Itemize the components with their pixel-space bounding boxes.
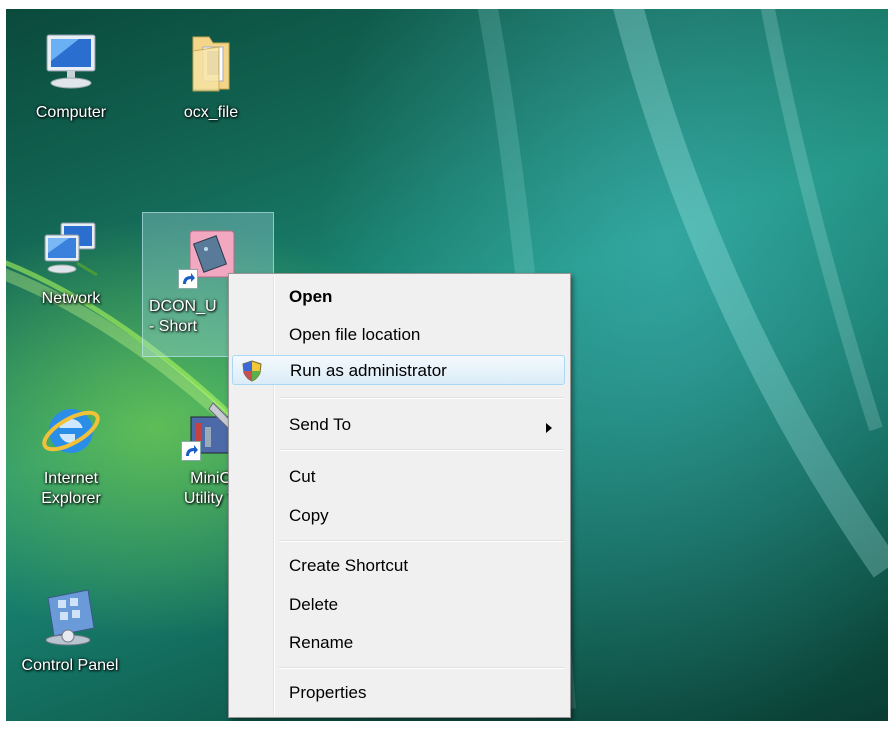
menu-item-label: Open file location: [289, 325, 421, 344]
menu-item-cut[interactable]: Cut: [232, 462, 565, 492]
menu-item-label: Copy: [289, 506, 329, 525]
desktop-icon-control-panel[interactable]: Control Panel: [6, 584, 134, 676]
menu-item-label: Properties: [289, 683, 367, 702]
submenu-arrow-icon: [545, 420, 553, 438]
menu-item-label: Run as administrator: [290, 361, 447, 380]
folder-icon: [179, 31, 243, 97]
menu-item-properties[interactable]: Properties: [232, 678, 565, 708]
menu-separator: [279, 397, 564, 399]
desktop-icon-internet-explorer[interactable]: Internet Explorer: [16, 397, 126, 509]
menu-item-label: Rename: [289, 633, 354, 652]
internet-explorer-icon: [39, 397, 103, 463]
menu-item-run-as-administrator[interactable]: Run as administrator: [232, 355, 565, 385]
shortcut-arrow-icon: [181, 441, 201, 461]
menu-item-rename[interactable]: Rename: [232, 628, 565, 658]
control-panel-icon: [38, 584, 102, 650]
icon-label: ocx_file: [183, 104, 239, 121]
context-menu: Open Open file location Run as administr…: [228, 273, 571, 718]
menu-item-label: Cut: [289, 467, 316, 486]
menu-item-label: Create Shortcut: [289, 556, 409, 575]
menu-item-label: Open: [289, 287, 333, 306]
menu-item-open[interactable]: Open: [232, 282, 565, 312]
icon-label: Internet Explorer: [41, 470, 101, 507]
menu-item-send-to[interactable]: Send To: [232, 410, 565, 440]
computer-icon: [39, 31, 103, 97]
menu-item-open-file-location[interactable]: Open file location: [232, 320, 565, 350]
icon-label: Network: [41, 290, 101, 307]
desktop[interactable]: Computer ocx_file Network DCON_U - Short…: [6, 9, 888, 721]
menu-separator: [279, 449, 564, 451]
menu-item-label: Delete: [289, 595, 339, 614]
menu-separator: [279, 667, 564, 669]
uac-shield-icon: [241, 360, 263, 387]
menu-item-copy[interactable]: Copy: [232, 501, 565, 531]
network-icon: [39, 217, 103, 283]
menu-separator: [279, 540, 564, 542]
desktop-icon-ocx-file[interactable]: ocx_file: [156, 31, 266, 123]
desktop-icon-network[interactable]: Network: [16, 217, 126, 309]
icon-label: Control Panel: [21, 657, 119, 674]
icon-label: Computer: [35, 104, 107, 121]
desktop-icon-computer[interactable]: Computer: [16, 31, 126, 123]
menu-item-label: Send To: [289, 415, 352, 434]
menu-item-delete[interactable]: Delete: [232, 590, 565, 620]
menu-item-create-shortcut[interactable]: Create Shortcut: [232, 551, 565, 581]
shortcut-arrow-icon: [178, 269, 198, 289]
